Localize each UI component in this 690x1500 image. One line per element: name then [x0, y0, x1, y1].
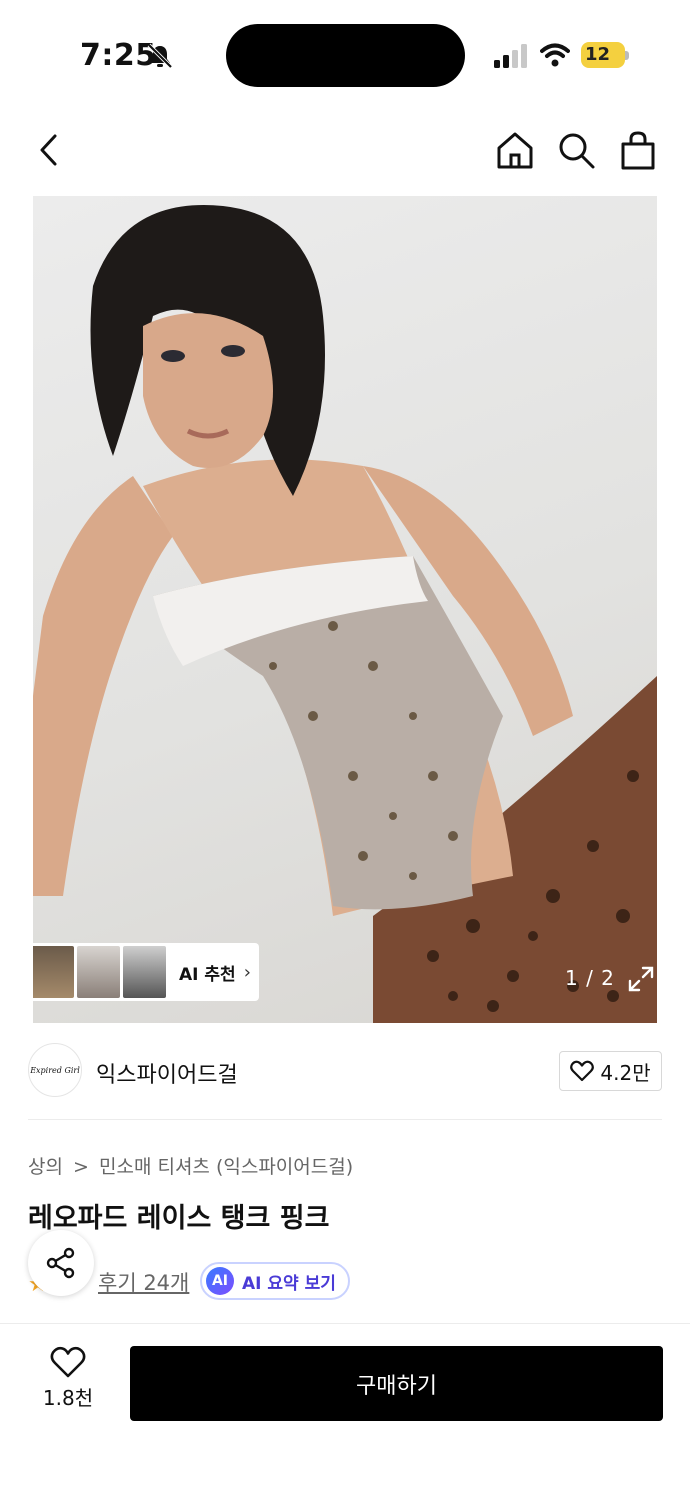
breadcrumb-subcategory[interactable]: 민소매 티셔츠 (익스파이어드걸) [99, 1156, 353, 1178]
brand-like-button[interactable]: 4.2만 [559, 1051, 662, 1091]
dynamic-island [226, 24, 465, 87]
recommend-thumbnail[interactable] [33, 946, 74, 998]
bell-muted-icon [147, 43, 173, 69]
home-button[interactable] [493, 128, 537, 172]
review-row: ★ 후기 24개 AI AI 요약 보기 [28, 1230, 668, 1302]
chevron-right-icon: › [243, 961, 251, 983]
brand-logo[interactable]: Expired Girl [28, 1043, 82, 1097]
search-button[interactable] [554, 128, 598, 172]
product-photo [33, 205, 657, 1023]
wishlist-button[interactable]: 1.8천 [28, 1346, 108, 1422]
wifi-icon [540, 43, 570, 67]
status-bar: 7:25 12 [0, 0, 690, 110]
review-count-link[interactable]: 후기 24개 [98, 1267, 189, 1297]
buy-button[interactable]: 구매하기 [130, 1346, 663, 1421]
cellular-signal-icon [494, 44, 527, 68]
recommend-thumbnail[interactable] [77, 946, 120, 998]
brand-like-count: 4.2만 [600, 1060, 651, 1085]
breadcrumb: 상의 > 민소매 티셔츠 (익스파이어드걸) [28, 1152, 357, 1179]
cart-button[interactable] [616, 128, 660, 172]
ai-summary-label: AI 요약 보기 [242, 1273, 336, 1294]
recommend-thumbnail[interactable] [123, 946, 166, 998]
ai-summary-button[interactable]: AI AI 요약 보기 [200, 1262, 350, 1300]
top-navigation [0, 120, 690, 184]
breadcrumb-separator: > [73, 1156, 89, 1178]
breadcrumb-category[interactable]: 상의 [28, 1156, 63, 1178]
product-image[interactable]: AI 추천 › 1 / 2 [33, 196, 657, 1023]
divider [28, 1119, 662, 1120]
battery-icon: 12 [581, 42, 629, 68]
back-arrow-icon [40, 134, 57, 166]
ai-recommend-label: AI 추천 [179, 964, 236, 985]
battery-level: 12 [585, 44, 611, 65]
share-button[interactable] [28, 1230, 94, 1296]
brand-name[interactable]: 익스파이어드걸 [96, 1057, 238, 1089]
product-title: 레오파드 레이스 탱크 핑크 [28, 1203, 330, 1234]
expand-icon[interactable] [626, 964, 656, 994]
bottom-bar-divider [0, 1323, 690, 1324]
brand-row[interactable]: Expired Girl 익스파이어드걸 4.2만 [28, 1043, 662, 1101]
share-icon [46, 1247, 75, 1279]
shopping-bag-icon [621, 131, 655, 170]
heart-icon [570, 1060, 595, 1082]
ai-badge-icon: AI [206, 1267, 234, 1295]
search-icon [559, 133, 595, 169]
home-icon [497, 132, 533, 169]
image-counter: 1 / 2 [565, 966, 615, 990]
ai-recommend-chip[interactable]: AI 추천 › [33, 943, 259, 1001]
heart-icon [50, 1346, 86, 1378]
wishlist-count: 1.8천 [42, 1386, 94, 1410]
back-button[interactable] [27, 128, 71, 172]
